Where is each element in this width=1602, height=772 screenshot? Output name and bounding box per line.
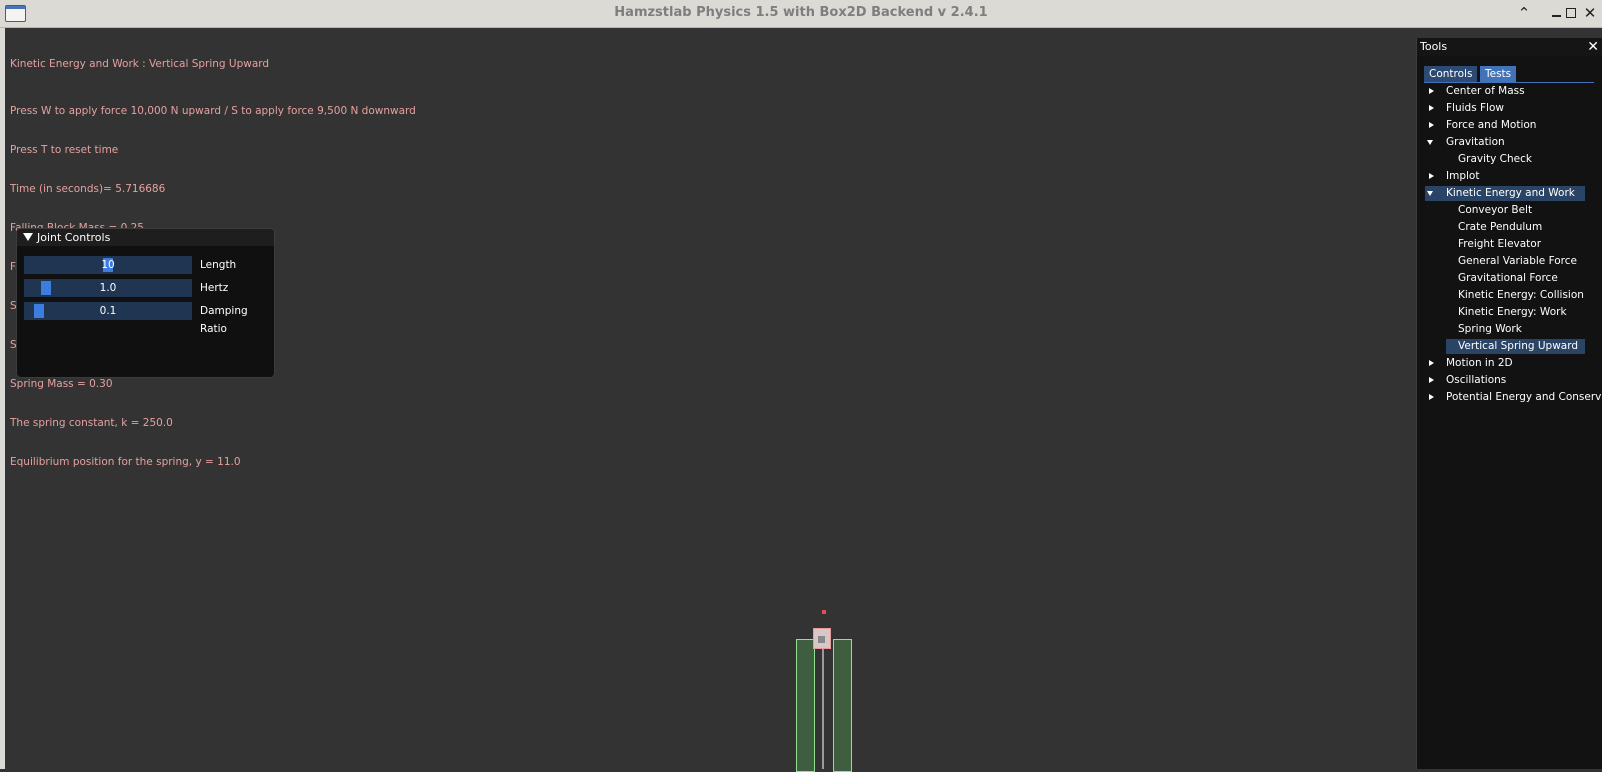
- expand-arrow-icon[interactable]: [1429, 173, 1434, 179]
- tree-item-label: Force and Motion: [1446, 119, 1537, 131]
- collapse-arrow-icon[interactable]: [1427, 140, 1433, 145]
- tools-title-bar[interactable]: Tools ✕: [1417, 38, 1602, 56]
- window-title: Hamzstlab Physics 1.5 with Box2D Backend…: [614, 5, 988, 20]
- tree-child-label: Spring Work: [1458, 323, 1522, 335]
- tree-child-label: Vertical Spring Upward: [1458, 340, 1579, 352]
- expand-arrow-icon[interactable]: [1429, 360, 1434, 366]
- expand-arrow-icon[interactable]: [1429, 122, 1434, 128]
- info-line: Press T to reset time: [10, 144, 119, 156]
- tab-underline: [1424, 82, 1594, 83]
- collapse-triangle-icon[interactable]: [23, 233, 33, 241]
- tree-child-crate-pendulum[interactable]: Crate Pendulum: [1446, 220, 1585, 235]
- left-guide-pillar: [796, 639, 815, 772]
- test-heading: Kinetic Energy and Work : Vertical Sprin…: [10, 58, 270, 70]
- tools-panel: Tools ✕ Controls Tests Center of Mass Fl…: [1416, 38, 1602, 769]
- tree-child-label: Kinetic Energy: Work: [1458, 306, 1567, 318]
- tree-item-label: Potential Energy and Conserv: [1446, 391, 1602, 403]
- tree-item-oscillations[interactable]: Oscillations: [1425, 373, 1585, 388]
- damping-ratio-label: Damping Ratio: [200, 305, 248, 335]
- spring-rod: [822, 648, 824, 769]
- tree-child-kinetic-energy-work[interactable]: Kinetic Energy: Work: [1446, 305, 1585, 320]
- tree-child-label: Crate Pendulum: [1458, 221, 1543, 233]
- tree-child-label: Gravity Check: [1458, 153, 1532, 165]
- tree-item-fluids-flow[interactable]: Fluids Flow: [1425, 101, 1585, 116]
- expand-arrow-icon[interactable]: [1429, 105, 1434, 111]
- expand-arrow-icon[interactable]: [1429, 88, 1434, 94]
- tree-child-label: General Variable Force: [1458, 255, 1577, 267]
- hertz-label: Hertz: [200, 282, 229, 294]
- hertz-slider[interactable]: 1.0: [24, 279, 192, 297]
- tree-child-gravitational-force[interactable]: Gravitational Force: [1446, 271, 1585, 286]
- close-window-button[interactable]: ✕: [1580, 3, 1600, 23]
- tree-child-label: Conveyor Belt: [1458, 204, 1533, 216]
- right-guide-pillar: [833, 639, 852, 772]
- window-titlebar: Hamzstlab Physics 1.5 with Box2D Backend…: [0, 0, 1602, 28]
- tree-item-gravitation[interactable]: Gravitation: [1425, 135, 1585, 150]
- length-value: 10: [101, 259, 115, 271]
- collapse-arrow-icon[interactable]: [1427, 191, 1433, 196]
- tree-child-vertical-spring-upward[interactable]: Vertical Spring Upward: [1446, 339, 1585, 354]
- joint-controls-header[interactable]: Joint Controls: [17, 229, 274, 246]
- tree-child-conveyor-belt[interactable]: Conveyor Belt: [1446, 203, 1585, 218]
- tree-item-center-of-mass[interactable]: Center of Mass: [1425, 84, 1585, 99]
- tree-item-kinetic-energy-and-work[interactable]: Kinetic Energy and Work: [1425, 186, 1585, 201]
- tree-child-label: Freight Elevator: [1458, 238, 1542, 250]
- length-label: Length: [200, 259, 237, 271]
- tab-tests[interactable]: Tests: [1480, 66, 1517, 82]
- info-line: Press W to apply force 10,000 N upward /…: [10, 105, 416, 117]
- tree-item-label: Implot: [1446, 170, 1480, 182]
- tab-controls[interactable]: Controls: [1424, 66, 1478, 82]
- damping-ratio-slider[interactable]: 0.1: [24, 302, 192, 320]
- tree-child-label: Kinetic Energy: Collision: [1458, 289, 1584, 301]
- tree-child-gravity-check[interactable]: Gravity Check: [1446, 152, 1585, 167]
- tools-title: Tools: [1420, 40, 1448, 53]
- hertz-slider-row: 1.0 Hertz: [24, 279, 274, 297]
- hertz-value: 1.0: [99, 282, 117, 294]
- tree-item-label: Center of Mass: [1446, 85, 1525, 97]
- info-line: Time (in seconds)= 5.716686: [10, 183, 166, 195]
- tree-item-label: Gravitation: [1446, 136, 1505, 148]
- falling-block[interactable]: [813, 628, 831, 649]
- tree-child-general-variable-force[interactable]: General Variable Force: [1446, 254, 1585, 269]
- tree-item-label: Motion in 2D: [1446, 357, 1513, 369]
- spring-anchor-marker: [822, 610, 826, 614]
- expand-arrow-icon[interactable]: [1429, 394, 1434, 400]
- info-line: Equilibrium position for the spring, y =…: [10, 456, 241, 468]
- tree-item-potential-energy[interactable]: Potential Energy and Conserv: [1425, 390, 1602, 405]
- expand-arrow-icon[interactable]: [1429, 377, 1434, 383]
- window-left-border: [0, 28, 5, 769]
- tree-child-spring-work[interactable]: Spring Work: [1446, 322, 1585, 337]
- info-line: Spring Mass = 0.30: [10, 378, 113, 390]
- maximize-button[interactable]: [1561, 3, 1581, 23]
- tree-item-label: Kinetic Energy and Work: [1446, 187, 1575, 199]
- chevron-up-icon[interactable]: ⌃: [1514, 3, 1534, 23]
- info-line: The spring constant, k = 250.0: [10, 417, 173, 429]
- close-icon[interactable]: ✕: [1584, 38, 1599, 56]
- joint-controls-panel: Joint Controls 10 Length 1.0 Hertz 0.1 D…: [16, 228, 275, 378]
- tree-item-force-and-motion[interactable]: Force and Motion: [1425, 118, 1585, 133]
- tree-item-implot[interactable]: Implot: [1425, 169, 1585, 184]
- length-slider[interactable]: 10: [24, 256, 192, 274]
- joint-controls-title: Joint Controls: [37, 231, 111, 244]
- tree-child-freight-elevator[interactable]: Freight Elevator: [1446, 237, 1585, 252]
- tree-child-label: Gravitational Force: [1458, 272, 1558, 284]
- damping-ratio-slider-row: 0.1 Damping Ratio: [24, 302, 274, 335]
- tree-item-label: Oscillations: [1446, 374, 1507, 386]
- tree-child-kinetic-energy-collision[interactable]: Kinetic Energy: Collision: [1446, 288, 1585, 303]
- damping-ratio-value: 0.1: [99, 305, 117, 317]
- tree-item-label: Fluids Flow: [1446, 102, 1504, 114]
- tree-item-motion-in-2d[interactable]: Motion in 2D: [1425, 356, 1585, 371]
- length-slider-row: 10 Length: [24, 256, 274, 274]
